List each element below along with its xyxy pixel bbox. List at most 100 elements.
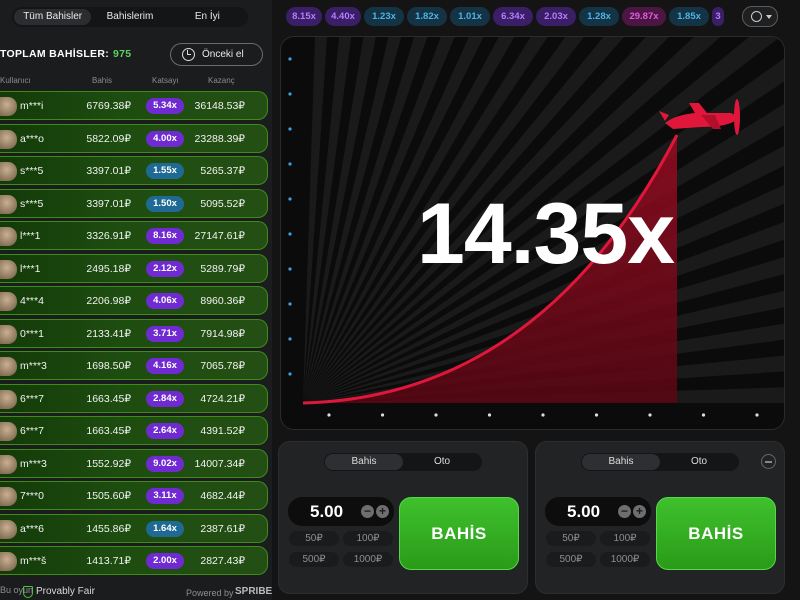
column-multiplier: Katsayı [152, 76, 179, 85]
tab-auto[interactable]: Oto [403, 454, 481, 470]
avatar [0, 129, 17, 149]
bet-multiplier: 2.12x [146, 260, 184, 277]
bet-amount-value: 5.00 [567, 502, 601, 521]
bet-user: l***1 [20, 262, 41, 275]
bet-multiplier: 1.64x [146, 520, 184, 537]
bet-row: 4***4 2206.98₽ 4.06x 8960.36₽ [0, 286, 268, 315]
bet-multiplier: 2.00x [146, 553, 184, 569]
bet-row: 0***1 2133.41₽ 3.71x 7914.98₽ [0, 318, 268, 348]
avatar [0, 162, 17, 181]
tab-all-bets[interactable]: Tüm Bahisler [14, 9, 92, 25]
bet-winnings: 4682.44₽ [200, 490, 245, 502]
minus-icon[interactable]: − [361, 505, 374, 518]
tab-bet[interactable]: Bahis [582, 454, 660, 470]
history-multiplier: 3 [712, 7, 724, 26]
bet-multiplier: 4.00x [146, 130, 184, 147]
minus-icon[interactable]: − [618, 505, 631, 518]
bet-panel-1: Bahis Oto 5.00 − +50₽ 100₽ 500₽ 1000₽ BAHİS [278, 441, 528, 594]
total-bets: TOPLAM BAHİSLER: 975 [0, 48, 131, 60]
bet-multiplier: 5.34x [146, 98, 184, 114]
bet-winnings: 36148.53₽ [194, 100, 245, 112]
avatar [0, 357, 17, 376]
avatar [0, 227, 17, 246]
previous-round-label: Önceki el [202, 49, 244, 60]
bet-amount: 1698.50₽ [86, 360, 131, 372]
avatar [0, 519, 17, 539]
place-bet-button[interactable]: BAHİS [399, 497, 519, 570]
avatar [0, 292, 17, 311]
total-bets-label: TOPLAM BAHİSLER: [0, 48, 110, 60]
provably-fair-link[interactable]: Provably Fair [36, 586, 95, 597]
bet-winnings: 4391.52₽ [200, 425, 245, 437]
bet-row: a***6 1455.86₽ 1.64x 2387.61₽ [0, 513, 268, 543]
bet-winnings: 27147.61₽ [194, 230, 245, 242]
bet-multiplier: 1.55x [146, 163, 184, 179]
quick-amount-button[interactable]: 500₽ [546, 552, 596, 567]
bet-winnings: 14007.34₽ [194, 457, 245, 470]
remove-panel-icon[interactable] [761, 454, 776, 469]
total-bets-count: 975 [113, 48, 132, 60]
avatar [0, 454, 17, 474]
column-user: Kullanıcı [0, 76, 31, 85]
bet-amount-value: 5.00 [310, 502, 344, 521]
bet-amount: 1663.45₽ [86, 392, 131, 405]
bet-winnings: 5095.52₽ [200, 197, 245, 210]
history-multiplier: 1.85x [669, 7, 709, 26]
bet-winnings: 4724.21₽ [200, 392, 245, 405]
bet-amount-input[interactable]: 5.00 − + [288, 497, 394, 526]
tab-auto[interactable]: Oto [660, 454, 738, 470]
quick-amount-button[interactable]: 50₽ [546, 531, 596, 546]
quick-amount-button[interactable]: 50₽ [289, 531, 339, 546]
avatar [0, 422, 17, 441]
bet-row: l***1 2495.18₽ 2.12x 5289.79₽ [0, 253, 268, 283]
history-multiplier: 8.15x [286, 7, 322, 26]
bet-user: s***5 [20, 197, 44, 210]
bet-amount: 5822.09₽ [86, 132, 131, 145]
bet-user: a***o [20, 132, 44, 145]
column-winnings: Kazanç [208, 76, 235, 85]
spribe-logo: SPRIBE [235, 586, 273, 597]
tab-my-bets[interactable]: Bahislerim [91, 9, 168, 25]
tab-bet[interactable]: Bahis [325, 454, 403, 470]
bet-user: s***5 [20, 165, 44, 177]
shield-icon [23, 586, 33, 598]
avatar [0, 97, 17, 116]
quick-amount-button[interactable]: 100₽ [600, 531, 650, 546]
bet-multiplier: 4.06x [146, 293, 184, 309]
bet-winnings: 5265.37₽ [200, 165, 245, 177]
history-multiplier: 1.23x [364, 7, 404, 26]
history-multiplier: 1.28x [579, 7, 619, 26]
bet-row: 7***0 1505.60₽ 3.11x 4682.44₽ [0, 481, 268, 510]
bet-amount-input[interactable]: 5.00 − + [545, 497, 651, 526]
history-icon [182, 48, 195, 61]
current-multiplier: 14.35x [417, 186, 675, 282]
bet-amount: 2133.41₽ [86, 327, 131, 340]
previous-round-button[interactable]: Önceki el [170, 43, 263, 66]
bet-panel-2: Bahis Oto 5.00 − +50₽ 100₽ 500₽ 1000₽ BAHİS [535, 441, 785, 594]
bet-user: 6***7 [20, 425, 44, 437]
quick-amount-button[interactable]: 1000₽ [600, 552, 650, 567]
history-icon [751, 11, 762, 22]
bet-winnings: 23288.39₽ [194, 132, 245, 145]
footer: Bu oyun Provably Fair Powered by SPRIBE [0, 585, 272, 600]
bet-row: m***3 1698.50₽ 4.16x 7065.78₽ [0, 351, 268, 380]
history-menu-button[interactable] [742, 6, 778, 27]
place-bet-button[interactable]: BAHİS [656, 497, 776, 570]
bet-user: m***š [20, 555, 47, 567]
avatar [0, 487, 17, 506]
bet-multiplier: 4.16x [146, 358, 184, 374]
bet-multiplier: 2.84x [146, 390, 184, 407]
tab-top-bets[interactable]: En İyi [169, 9, 246, 25]
bet-user: m***3 [20, 360, 47, 372]
plus-icon[interactable]: + [633, 505, 646, 518]
plus-icon[interactable]: + [376, 505, 389, 518]
bet-winnings: 2827.43₽ [200, 555, 245, 567]
quick-amount-button[interactable]: 1000₽ [343, 552, 393, 567]
bet-winnings: 7065.78₽ [200, 360, 245, 372]
history-multiplier: 1.82x [407, 7, 447, 26]
bet-winnings: 5289.79₽ [200, 262, 245, 275]
quick-amount-button[interactable]: 500₽ [289, 552, 339, 567]
bet-row: m***3 1552.92₽ 9.02x 14007.34₽ [0, 448, 268, 478]
quick-amount-button[interactable]: 100₽ [343, 531, 393, 546]
bet-amount: 2206.98₽ [86, 295, 131, 307]
